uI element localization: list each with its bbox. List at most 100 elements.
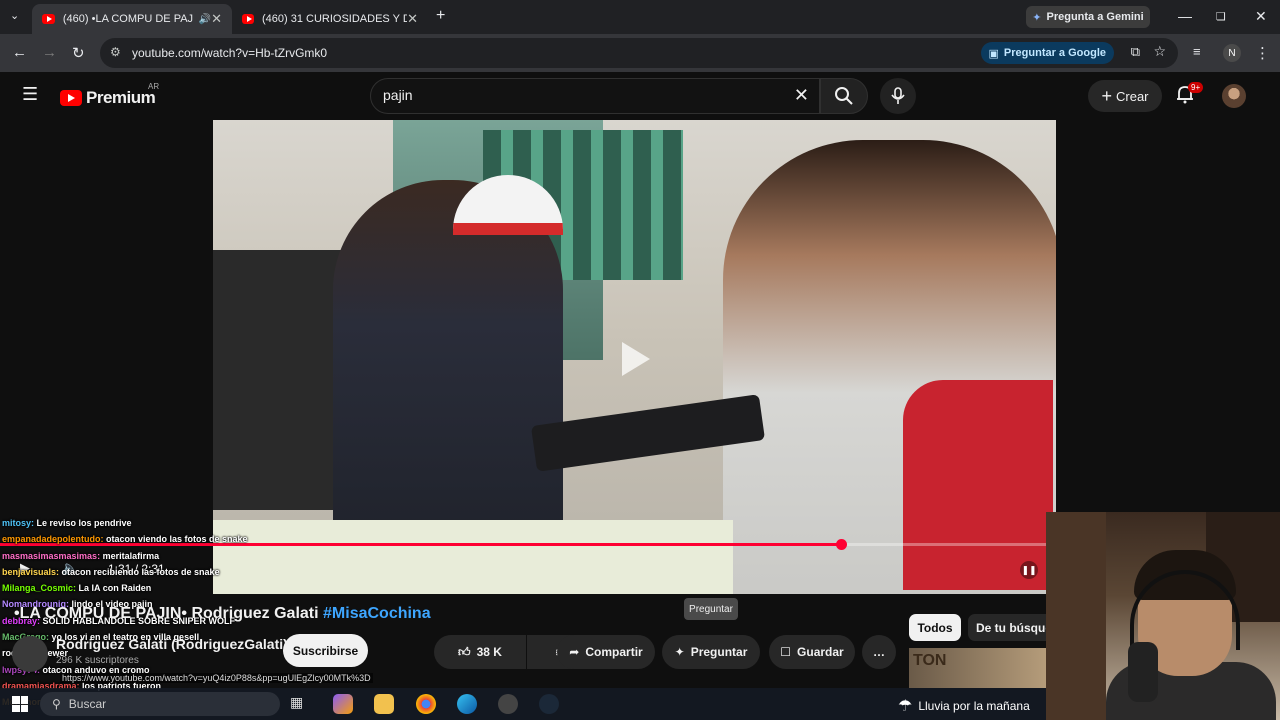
chat-message: masmasimasmasimas: meritalafirma bbox=[2, 548, 262, 564]
share-button[interactable]: ➦ Compartir bbox=[557, 635, 655, 669]
subscribe-button[interactable]: Suscribirse bbox=[283, 634, 368, 667]
tooltip: Preguntar bbox=[684, 598, 738, 620]
gemini-label: Pregunta a Gemini bbox=[1046, 11, 1144, 23]
gemini-button[interactable]: ✦ Pregunta a Gemini bbox=[1026, 6, 1150, 28]
ask-google-button[interactable]: ▣ Preguntar a Google bbox=[980, 42, 1114, 64]
tab-title: (460) 31 CURIOSIDADES Y DETA bbox=[262, 13, 408, 25]
tab-inactive[interactable]: (460) 31 CURIOSIDADES Y DETA ✕ bbox=[232, 4, 428, 34]
address-bar[interactable]: ⚙ youtube.com/watch?v=Hb-tZrvGmk0 ▣ Preg… bbox=[100, 38, 1178, 68]
search-box: ✕ bbox=[370, 78, 820, 114]
umbrella-icon: ☂ bbox=[898, 698, 913, 715]
chat-text: otacon recibiendo las fotos de snake bbox=[61, 566, 220, 577]
more-horizontal-icon: … bbox=[873, 645, 885, 659]
bookmark-star-icon[interactable]: ☆ bbox=[1153, 43, 1166, 60]
audio-icon[interactable]: 🔊 bbox=[199, 14, 211, 25]
minimize-icon[interactable]: — bbox=[1178, 8, 1192, 24]
new-tab-icon[interactable]: + bbox=[436, 7, 445, 25]
link-status-bar: https://www.youtube.com/watch?v=yuQ4iz0P… bbox=[60, 673, 373, 683]
tab-search-icon[interactable]: ⌄ bbox=[10, 9, 19, 22]
clear-search-icon[interactable]: ✕ bbox=[794, 85, 809, 106]
progress-scrubber[interactable] bbox=[835, 539, 847, 550]
taskbar-search[interactable]: ⚲ Buscar bbox=[40, 692, 280, 716]
chat-message: mitosy: Le reviso los pendrive bbox=[2, 515, 262, 531]
ask-button[interactable]: ✦ Preguntar bbox=[662, 635, 760, 669]
pause-icon[interactable]: ❚❚ bbox=[1020, 561, 1038, 579]
chat-message: empanadadepolentudo: otacon viendo las f… bbox=[2, 531, 262, 547]
tab-active[interactable]: (460) •LA COMPU DE PAJIN 🔊 ✕ bbox=[32, 4, 232, 34]
chat-username: Milanga_Cosmic: bbox=[2, 583, 79, 594]
save-button[interactable]: ☐ Guardar bbox=[769, 635, 855, 669]
youtube-favicon-icon bbox=[242, 14, 254, 24]
channel-avatar[interactable] bbox=[12, 636, 48, 672]
obs-icon[interactable] bbox=[498, 694, 518, 714]
recommended-thumbnail[interactable]: TON bbox=[909, 648, 1046, 688]
ask-google-label: Preguntar a Google bbox=[1003, 47, 1106, 59]
chrome-icon[interactable] bbox=[416, 694, 436, 714]
account-avatar[interactable] bbox=[1222, 84, 1246, 108]
create-button[interactable]: + Crear bbox=[1088, 80, 1162, 112]
webcam-overlay bbox=[1046, 512, 1280, 720]
windows-start-icon[interactable] bbox=[12, 696, 28, 712]
microphone-icon bbox=[891, 87, 905, 104]
restore-icon[interactable]: ❏ bbox=[1216, 10, 1226, 23]
edge-icon[interactable] bbox=[457, 694, 477, 714]
voice-search-button[interactable] bbox=[880, 78, 916, 114]
share-arrow-icon: ➦ bbox=[569, 645, 580, 659]
like-count: 38 K bbox=[476, 645, 502, 659]
chat-username: masmasimasmasimas: bbox=[2, 550, 103, 561]
notification-badge: 9+ bbox=[1188, 82, 1204, 93]
thumbnail-text: TON bbox=[913, 652, 947, 669]
youtube-premium-logo[interactable]: Premium AR bbox=[60, 82, 159, 108]
search-button[interactable] bbox=[820, 78, 868, 114]
weather-label: Lluvia por la mañana bbox=[918, 699, 1030, 713]
more-actions-button[interactable]: … bbox=[862, 635, 896, 669]
chat-text: otacon viendo las fotos de snake bbox=[106, 534, 248, 545]
share-label: Compartir bbox=[585, 645, 643, 659]
url-text[interactable]: youtube.com/watch?v=Hb-tZrvGmk0 bbox=[132, 46, 327, 60]
search-input[interactable] bbox=[383, 87, 783, 103]
chat-username: empanadadepolentudo: bbox=[2, 534, 107, 545]
reading-list-icon[interactable]: ≡ bbox=[1193, 44, 1201, 59]
chat-message: benjavisuals: otacon recibiendo las foto… bbox=[2, 564, 262, 580]
video-title-text: •LA COMPU DE PAJIN• Rodriguez Galati bbox=[14, 605, 319, 622]
play-icon[interactable] bbox=[590, 330, 680, 388]
close-tab-icon[interactable]: ✕ bbox=[211, 11, 222, 27]
like-button[interactable]: 👍︎ 38 K bbox=[434, 635, 526, 669]
browser-menu-icon[interactable]: ⋮ bbox=[1255, 44, 1270, 62]
chat-username: mitosy: bbox=[2, 518, 37, 528]
browser-profile-avatar[interactable]: N bbox=[1223, 44, 1241, 62]
site-info-icon[interactable]: ⚙ bbox=[110, 45, 121, 59]
google-lens-icon: ▣ bbox=[988, 47, 999, 60]
search-icon: ⚲ bbox=[52, 697, 61, 711]
weather-widget[interactable]: ☂ Lluvia por la mañana bbox=[898, 696, 1030, 716]
taskbar-search-label: Buscar bbox=[68, 697, 107, 711]
install-icon[interactable]: ⧉ bbox=[1131, 44, 1140, 60]
country-code: AR bbox=[148, 82, 160, 91]
browser-toolbar: ← → ↻ ⚙ youtube.com/watch?v=Hb-tZrvGmk0 … bbox=[0, 34, 1280, 72]
close-window-icon[interactable]: ✕ bbox=[1255, 8, 1267, 25]
hamburger-menu-icon[interactable]: ☰ bbox=[22, 84, 38, 105]
channel-name[interactable]: Rodriguez Galati (RodriguezGalati) bbox=[56, 636, 288, 652]
reload-icon[interactable]: ↻ bbox=[72, 44, 85, 62]
chat-text: La IA con Raiden bbox=[78, 583, 152, 594]
video-scene-display bbox=[213, 250, 343, 510]
logo-text: Premium bbox=[86, 88, 156, 107]
back-icon[interactable]: ← bbox=[12, 44, 27, 61]
chip-all[interactable]: Todos bbox=[909, 614, 961, 641]
webcam-scene-wall bbox=[1046, 512, 1106, 720]
hashtag-link[interactable]: #MisaCochina bbox=[323, 605, 431, 622]
steam-icon[interactable] bbox=[539, 694, 559, 714]
chat-text: Le reviso los pendrive bbox=[36, 518, 132, 528]
chat-username: benjavisuals: bbox=[2, 566, 62, 577]
file-explorer-icon[interactable] bbox=[374, 694, 394, 714]
video-scene-counter bbox=[213, 520, 733, 594]
forward-icon[interactable]: → bbox=[42, 44, 57, 61]
copilot-icon[interactable] bbox=[333, 694, 353, 714]
video-title: •LA COMPU DE PAJIN• Rodriguez Galati #Mi… bbox=[14, 605, 431, 623]
chip-from-search[interactable]: De tu búsqueda bbox=[968, 614, 1046, 641]
tab-title: (460) •LA COMPU DE PAJIN bbox=[62, 13, 193, 25]
close-tab-icon[interactable]: ✕ bbox=[407, 11, 418, 27]
task-view-icon[interactable]: ▦ bbox=[290, 694, 310, 714]
subscriber-count: 296 K suscriptores bbox=[56, 655, 139, 666]
notifications-button[interactable]: 9+ bbox=[1175, 82, 1204, 109]
